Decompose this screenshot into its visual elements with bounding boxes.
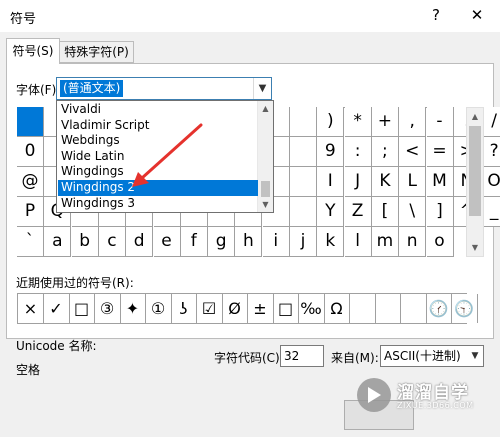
pointer-arrow-icon xyxy=(132,123,203,187)
